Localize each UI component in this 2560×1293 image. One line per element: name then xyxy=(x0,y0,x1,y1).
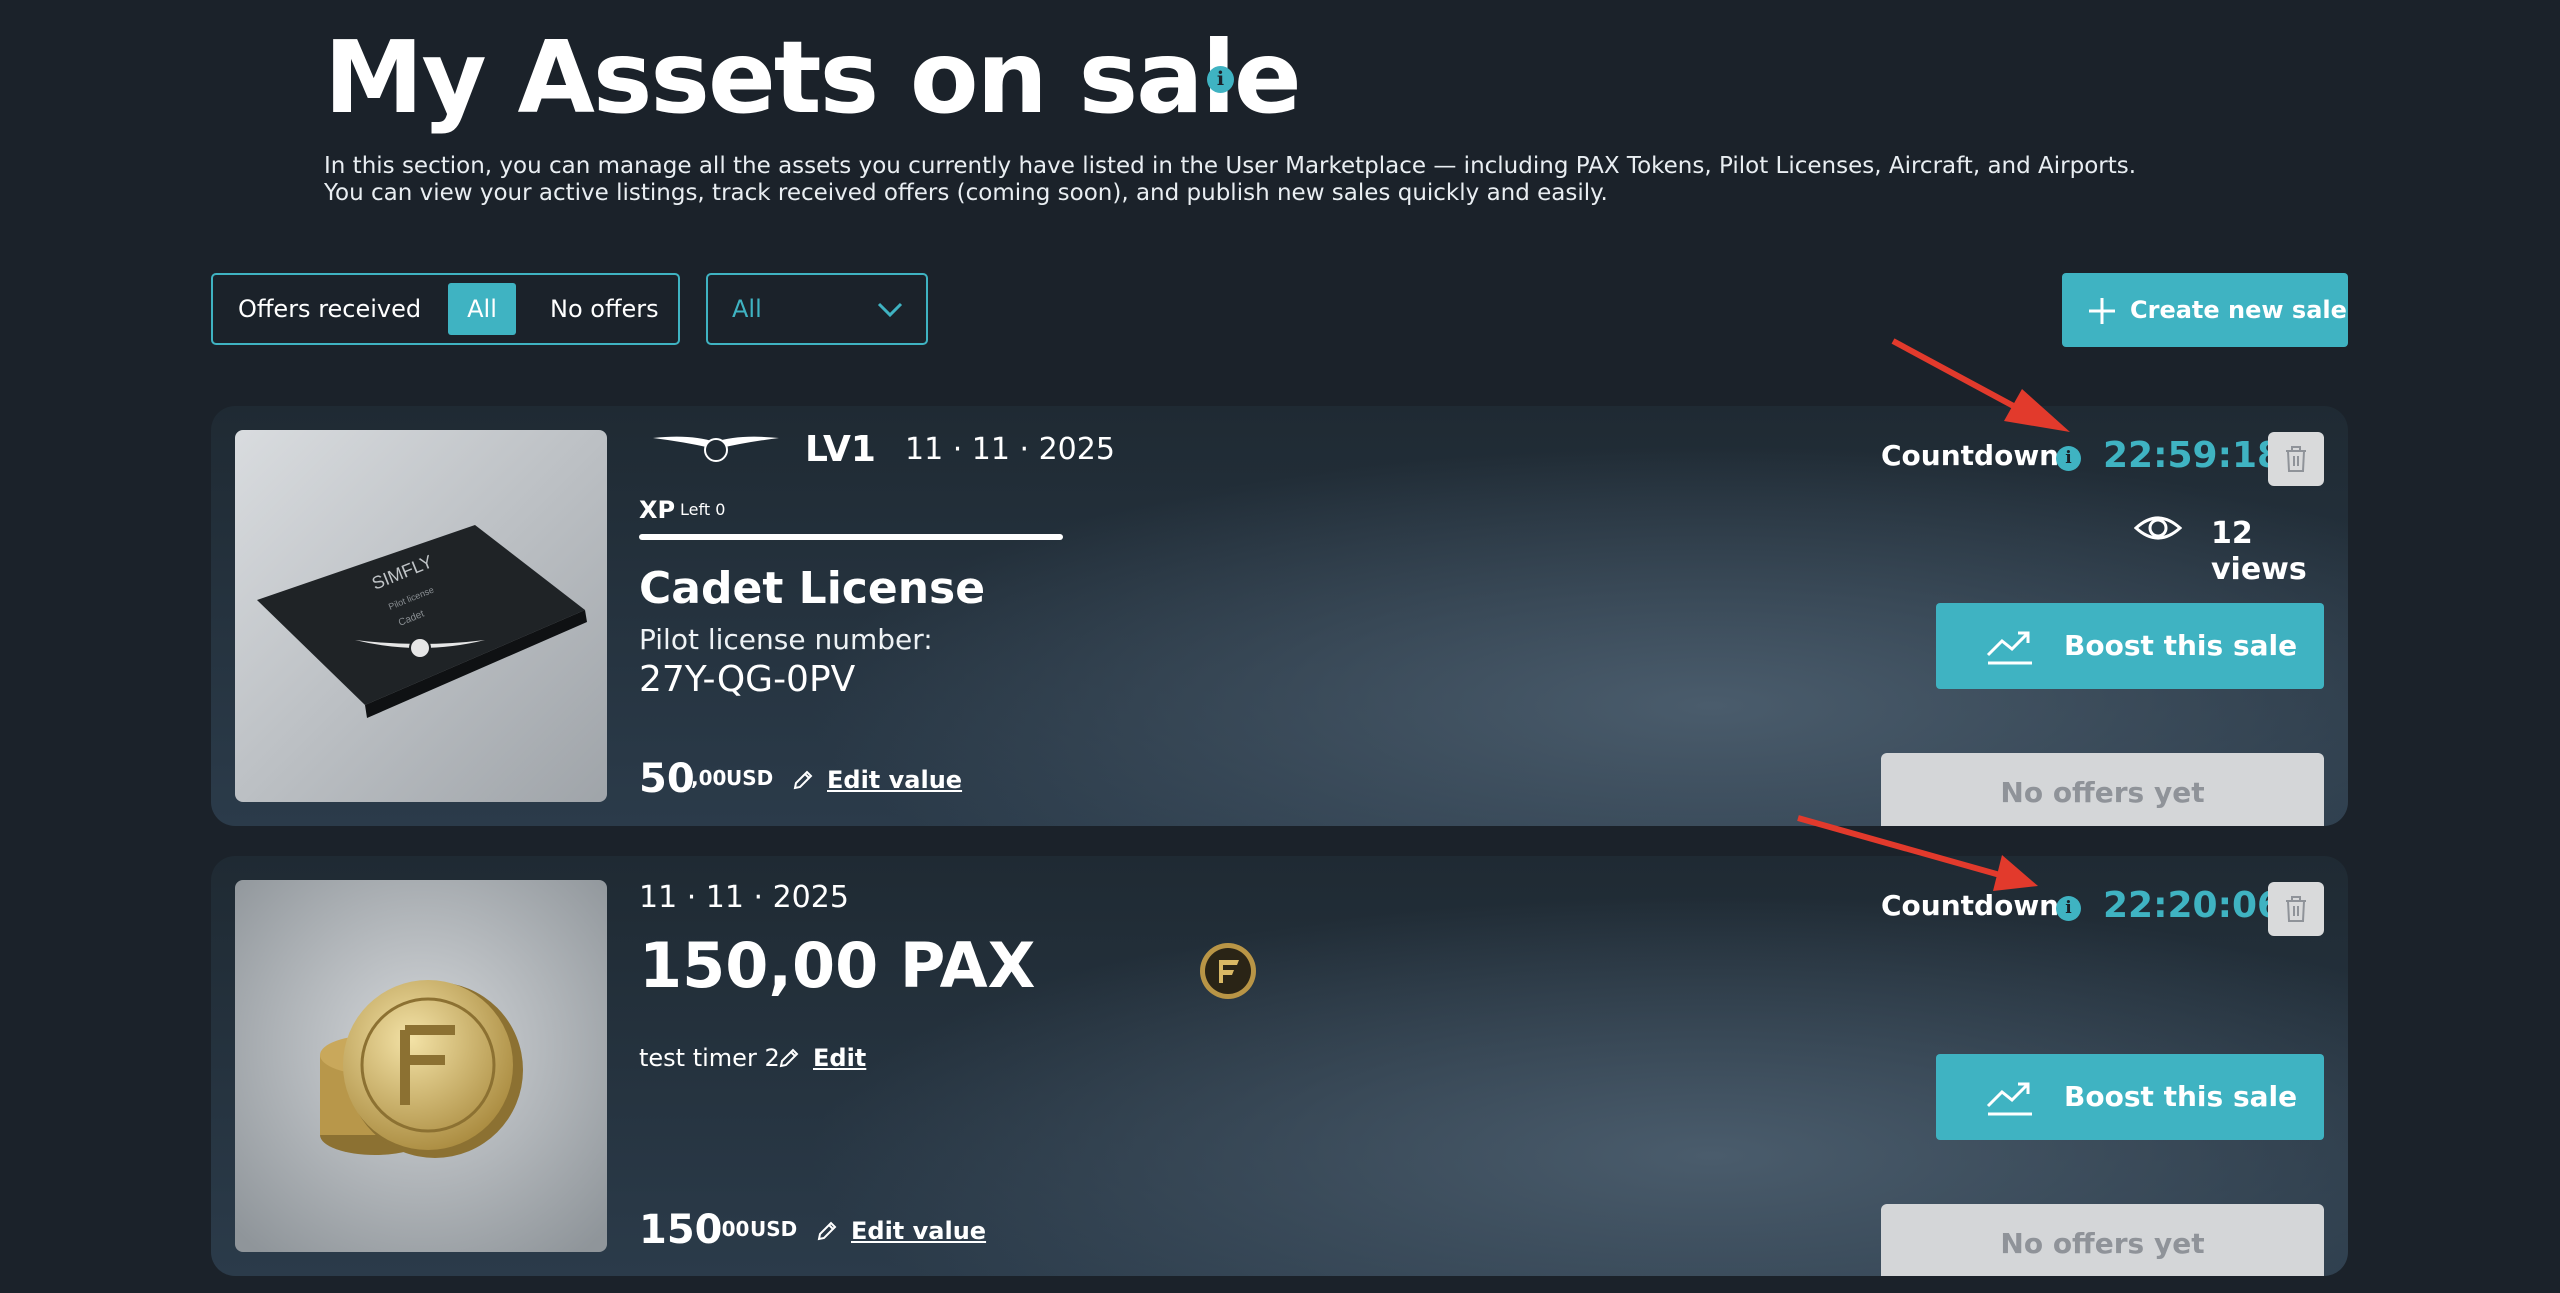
eye-icon xyxy=(2134,516,2182,540)
xp-progress-bar xyxy=(639,534,1063,540)
chevron-down-icon xyxy=(877,302,903,318)
pencil-icon[interactable] xyxy=(777,1046,801,1070)
plus-icon xyxy=(2089,298,2115,324)
price-integer: 50 xyxy=(639,756,695,802)
edit-value-link[interactable]: Edit value xyxy=(827,764,962,796)
pax-thumbnail xyxy=(235,880,607,1252)
boost-sale-label: Boost this sale xyxy=(2064,1080,2298,1113)
offers-filter-label: Offers received xyxy=(238,295,422,323)
no-offers-button: No offers yet xyxy=(1881,1204,2324,1276)
view-count: 12 views xyxy=(2211,516,2307,587)
pax-amount: 150,00 PAX xyxy=(639,929,1036,1002)
listing-card: 11 · 11 · 2025 150,00 PAX test timer 2 E… xyxy=(211,856,2348,1276)
info-icon[interactable]: i xyxy=(1207,66,1234,93)
trending-up-icon xyxy=(1986,1082,2032,1116)
edit-note-link[interactable]: Edit xyxy=(813,1042,866,1074)
countdown-label: Countdown xyxy=(1881,439,2060,472)
intro-line-1: In this section, you can manage all the … xyxy=(324,153,2137,179)
license-number-label: Pilot license number: xyxy=(639,623,933,656)
pencil-icon[interactable] xyxy=(791,768,815,792)
asset-type-value: All xyxy=(732,295,762,323)
edit-value-link[interactable]: Edit value xyxy=(851,1215,986,1247)
intro-text: In this section, you can manage all the … xyxy=(324,153,2164,207)
countdown-timer: 22:59:18 xyxy=(2103,435,2283,476)
listing-note: test timer 2 xyxy=(639,1044,780,1072)
pencil-icon[interactable] xyxy=(815,1219,839,1243)
trash-icon xyxy=(2286,446,2306,472)
filter-all-button[interactable]: All xyxy=(448,283,516,335)
trending-up-icon xyxy=(1986,631,2032,665)
price-currency: USD xyxy=(726,766,774,790)
delete-listing-button[interactable] xyxy=(2268,432,2324,486)
pilot-wings-icon xyxy=(653,436,779,462)
listing-date: 11 · 11 · 2025 xyxy=(639,880,849,915)
pax-coin-icon xyxy=(1200,943,1256,999)
filter-no-offers-button[interactable]: No offers xyxy=(550,275,659,343)
create-new-sale-button[interactable]: Create new sale xyxy=(2062,273,2348,347)
page-title: My Assets on sale xyxy=(324,19,1302,136)
xp-label: XP xyxy=(639,496,676,524)
delete-listing-button[interactable] xyxy=(2268,882,2324,936)
asset-type-select[interactable]: All xyxy=(706,273,928,345)
info-icon[interactable]: i xyxy=(2056,446,2081,471)
annotation-arrow xyxy=(1891,338,2034,419)
create-new-sale-label: Create new sale xyxy=(2130,296,2347,324)
listing-date: 11 · 11 · 2025 xyxy=(905,432,1115,467)
info-icon[interactable]: i xyxy=(2056,896,2081,921)
offers-filter: Offers received All No offers xyxy=(211,273,680,345)
price-currency: USD xyxy=(750,1217,798,1241)
price-decimals: ,00 xyxy=(714,1217,750,1241)
trash-icon xyxy=(2286,896,2306,922)
no-offers-button: No offers yet xyxy=(1881,753,2324,826)
asset-name: Cadet License xyxy=(639,563,986,614)
countdown-timer: 22:20:06 xyxy=(2103,885,2283,926)
intro-line-2: You can view your active listings, track… xyxy=(324,180,1608,206)
boost-sale-button[interactable]: Boost this sale xyxy=(1936,1054,2324,1140)
boost-sale-button[interactable]: Boost this sale xyxy=(1936,603,2324,689)
price-decimals: ,00 xyxy=(691,766,727,790)
countdown-label: Countdown xyxy=(1881,889,2060,922)
boost-sale-label: Boost this sale xyxy=(2064,629,2298,662)
license-tier: LV1 xyxy=(805,429,876,470)
license-number: 27Y-QG-0PV xyxy=(639,659,856,700)
xp-left: Left 0 xyxy=(680,500,726,519)
price-integer: 150 xyxy=(639,1207,723,1253)
listing-card: SIMFLY Pilot license Cadet LV1 11 · 11 ·… xyxy=(211,406,2348,826)
license-thumbnail: SIMFLY Pilot license Cadet xyxy=(235,430,607,802)
